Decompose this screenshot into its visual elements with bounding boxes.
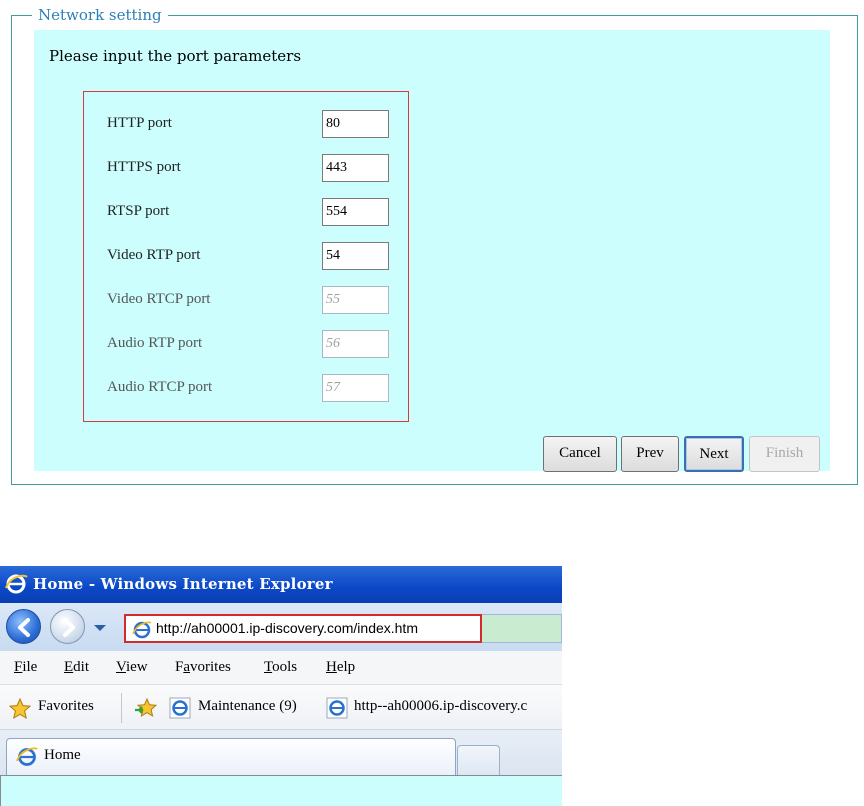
window-titlebar: Home - Windows Internet Explorer <box>0 566 562 603</box>
next-button[interactable]: Next <box>684 436 744 472</box>
favorite-maintenance[interactable]: Maintenance (9) <box>198 698 297 715</box>
port-instruction: Please input the port parameters <box>49 47 302 65</box>
port-row-video-rtp: Video RTP port 54 <box>84 242 408 272</box>
menu-favorites-rest: vorites <box>190 659 231 675</box>
audio-rtcp-port-label: Audio RTCP port <box>107 379 213 395</box>
port-row-https: HTTPS port 443 <box>84 154 408 184</box>
add-to-favorites-icon[interactable] <box>134 697 158 719</box>
page-ie-icon <box>132 621 152 639</box>
menu-bar: File Edit View Favorites Tools Help <box>0 651 562 685</box>
back-button[interactable] <box>6 609 41 644</box>
port-row-http: HTTP port 80 <box>84 110 408 140</box>
navigation-bar: http://ah00001.ip-discovery.com/index.ht… <box>0 603 562 651</box>
favorites-bar: Favorites Maintenance (9) http--ah00006.… <box>0 685 562 730</box>
https-port-input[interactable]: 443 <box>322 154 389 182</box>
internet-explorer-icon <box>5 574 28 594</box>
menu-help-key: H <box>326 659 337 675</box>
port-row-rtsp: RTSP port 554 <box>84 198 408 228</box>
video-rtp-port-label: Video RTP port <box>107 247 201 263</box>
menu-favorites-key: a <box>183 659 191 675</box>
tab-bar: Home <box>0 730 562 775</box>
star-icon <box>9 698 31 720</box>
menu-help-rest: elp <box>336 659 356 675</box>
forward-button[interactable] <box>50 609 85 644</box>
http-port-input[interactable]: 80 <box>322 110 389 138</box>
rtsp-port-label: RTSP port <box>107 203 170 219</box>
prev-button[interactable]: Prev <box>621 436 679 472</box>
video-rtcp-port-input: 55 <box>322 286 389 314</box>
port-row-video-rtcp: Video RTCP port 55 <box>84 286 408 316</box>
address-bar[interactable]: http://ah00001.ip-discovery.com/index.ht… <box>124 614 482 643</box>
tab-ie-icon <box>16 747 38 766</box>
network-setting-panel: Please input the port parameters HTTP po… <box>34 30 830 472</box>
menu-tools-key: T <box>264 659 273 675</box>
audio-rtp-port-input: 56 <box>322 330 389 358</box>
port-parameters-box: HTTP port 80 HTTPS port 443 RTSP port 55… <box>83 91 409 422</box>
tab-home-label: Home <box>44 747 81 763</box>
video-rtp-port-input[interactable]: 54 <box>322 242 389 270</box>
favorite-ah00006[interactable]: http--ah00006.ip-discovery.c <box>354 698 527 715</box>
menu-view-rest: iew <box>125 659 148 675</box>
network-setting-fieldset: Network setting Please input the port pa… <box>11 6 858 485</box>
audio-rtcp-port-input: 57 <box>322 374 389 402</box>
https-port-label: HTTPS port <box>107 159 181 175</box>
favorite-ah00006-icon <box>326 697 348 719</box>
menu-help[interactable]: Help <box>326 659 355 676</box>
menu-file-rest: ile <box>22 659 38 675</box>
menu-tools-rest: ools <box>272 659 298 675</box>
menu-tools[interactable]: Tools <box>264 659 297 676</box>
video-rtcp-port-label: Video RTCP port <box>107 291 211 307</box>
finish-button: Finish <box>749 436 820 472</box>
page-content-area <box>0 775 562 806</box>
menu-view[interactable]: View <box>116 659 148 676</box>
menu-file[interactable]: File <box>14 659 37 676</box>
menu-edit[interactable]: Edit <box>64 659 89 676</box>
new-tab-button[interactable] <box>457 745 500 775</box>
tab-home[interactable]: Home <box>6 738 456 775</box>
address-url: http://ah00001.ip-discovery.com/index.ht… <box>156 620 418 636</box>
favorite-maintenance-icon <box>169 697 191 719</box>
favorites-button[interactable]: Favorites <box>38 698 94 715</box>
rtsp-port-input[interactable]: 554 <box>322 198 389 226</box>
network-setting-legend: Network setting <box>32 6 168 24</box>
audio-rtp-port-label: Audio RTP port <box>107 335 203 351</box>
menu-edit-key: E <box>64 659 74 675</box>
port-row-audio-rtcp: Audio RTCP port 57 <box>84 374 408 404</box>
recent-pages-dropdown-icon[interactable] <box>93 623 107 633</box>
forward-arrow-icon <box>63 618 75 637</box>
menu-edit-rest: dit <box>73 659 90 675</box>
menu-view-key: V <box>116 659 126 675</box>
window-title: Home - Windows Internet Explorer <box>33 575 333 593</box>
cancel-button[interactable]: Cancel <box>543 436 617 472</box>
port-row-audio-rtp: Audio RTP port 56 <box>84 330 408 360</box>
http-port-label: HTTP port <box>107 115 172 131</box>
internet-explorer-window: Home - Windows Internet Explorer http://… <box>0 566 562 806</box>
back-arrow-icon <box>18 618 30 637</box>
menu-favorites[interactable]: Favorites <box>175 659 231 676</box>
favorites-separator <box>121 693 122 723</box>
